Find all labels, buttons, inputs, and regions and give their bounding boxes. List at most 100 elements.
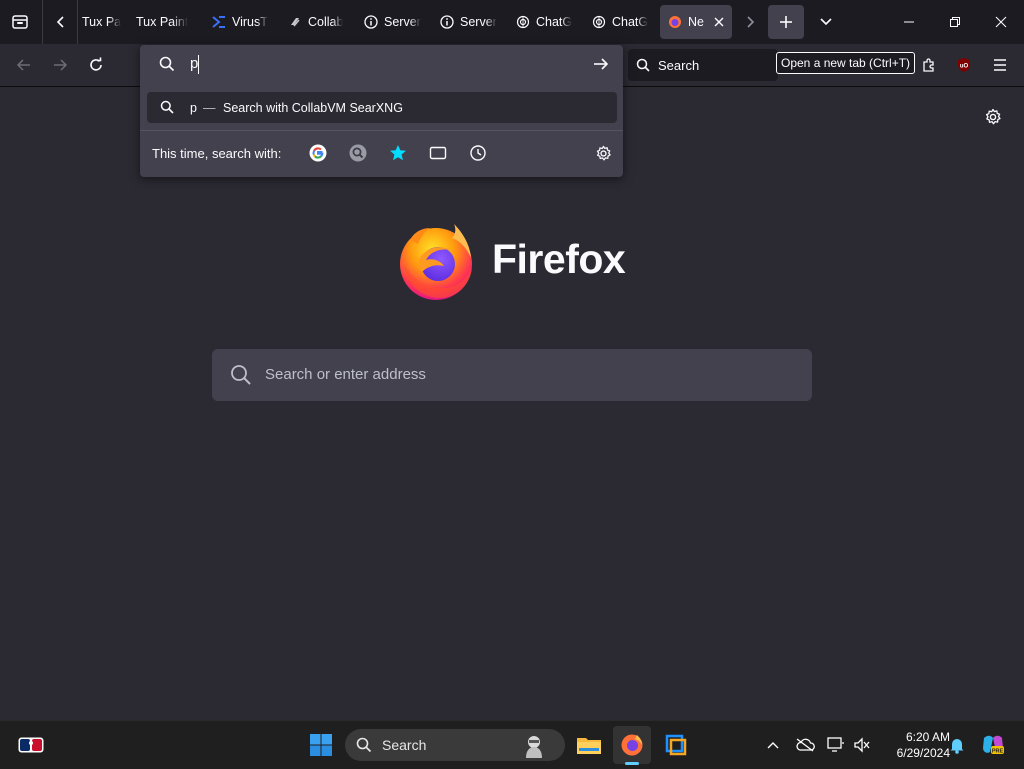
tabs-search-button[interactable] [427, 142, 449, 164]
tab[interactable]: VirusT [212, 5, 272, 39]
search-suggestion-row[interactable]: p — Search with CollabVM SearXNG [147, 92, 617, 123]
firefox-logo: Firefox [396, 218, 636, 302]
reload-button[interactable] [80, 49, 112, 81]
newtab-settings-button[interactable] [980, 104, 1006, 130]
text-caret [198, 55, 199, 74]
widgets-button[interactable] [12, 726, 50, 764]
onedrive-button[interactable] [794, 734, 816, 756]
go-button[interactable] [592, 55, 610, 73]
gear-icon [596, 145, 611, 160]
mlb-widget-icon [18, 737, 44, 753]
scroll-tabs-left-button[interactable] [46, 5, 76, 39]
close-icon [995, 16, 1007, 28]
vm-app-button[interactable] [657, 726, 695, 764]
tab-label: Collab [308, 15, 344, 29]
strip-divider [77, 0, 78, 44]
list-all-tabs-button[interactable] [809, 5, 843, 39]
tab-label: Ne [688, 15, 704, 29]
volume-button[interactable] [851, 734, 873, 756]
tab[interactable]: Collab [288, 5, 348, 39]
tab[interactable]: Tux Pa [82, 5, 132, 39]
show-hidden-icons-button[interactable] [762, 734, 784, 756]
file-explorer-button[interactable] [570, 726, 608, 764]
search-icon [159, 56, 175, 72]
new-tab-button[interactable] [768, 5, 804, 39]
close-tab-icon[interactable] [714, 17, 724, 27]
bookmarks-search-button[interactable] [387, 142, 409, 164]
google-engine-button[interactable] [307, 142, 329, 164]
tab-label: Server [460, 15, 497, 29]
newtab-search-box[interactable]: Search or enter address [212, 349, 812, 401]
arrow-right-icon [594, 58, 609, 70]
firefox-taskbar-button[interactable] [613, 726, 651, 765]
firefox-view-icon [12, 15, 28, 29]
close-window-button[interactable] [978, 0, 1024, 44]
taskbar-search-box[interactable]: Search [345, 729, 565, 761]
search-bar[interactable]: Search [628, 49, 778, 81]
ublock-origin-button[interactable]: uO [948, 49, 980, 81]
taskbar-clock[interactable]: 6:20 AM 6/29/2024 [876, 729, 950, 761]
back-button[interactable] [8, 49, 40, 81]
notifications-button[interactable] [946, 734, 968, 756]
tab-label: ChatG [612, 15, 649, 29]
arrow-right-icon [54, 59, 68, 71]
suggestion-action: Search with CollabVM SearXNG [223, 100, 403, 115]
url-input[interactable]: p [140, 45, 623, 83]
tab[interactable]: Server [440, 5, 500, 39]
clock-time: 6:20 AM [905, 730, 950, 744]
svg-text:uO: uO [960, 64, 969, 70]
tab-label: VirusT [232, 15, 268, 29]
google-icon [309, 144, 327, 162]
info-icon [440, 15, 454, 29]
virtualbox-icon [665, 734, 687, 756]
tab[interactable]: Server [364, 5, 424, 39]
network-button[interactable] [825, 734, 847, 756]
search-icon [160, 100, 174, 114]
forward-button[interactable] [44, 49, 76, 81]
copilot-icon: PRE [983, 735, 1004, 755]
firefox-icon [668, 15, 682, 29]
scroll-tabs-right-button[interactable] [736, 5, 764, 39]
tab-active[interactable]: Ne [660, 5, 732, 39]
tab-label: Server [384, 15, 421, 29]
windows-start-icon [310, 734, 332, 756]
gear-icon [985, 108, 1001, 125]
minimize-button[interactable] [886, 0, 932, 44]
history-search-button[interactable] [467, 142, 489, 164]
network-monitor-icon [827, 737, 844, 752]
divider [140, 130, 623, 131]
restore-button[interactable] [932, 0, 978, 44]
ublock-icon: uO [958, 58, 970, 72]
tab[interactable]: ChatG [516, 5, 576, 39]
search-highlight-icon [526, 736, 542, 758]
extensions-button[interactable] [913, 49, 945, 81]
search-bar-label: Search [658, 57, 700, 73]
start-button[interactable] [302, 726, 340, 764]
speaker-muted-icon [854, 737, 870, 753]
windows-taskbar: Search 6:20 AM 6/29/2024 PRE [0, 720, 1024, 769]
plus-icon [780, 16, 792, 28]
app-menu-button[interactable] [984, 49, 1016, 81]
bell-icon [950, 739, 964, 754]
chevron-left-icon [56, 16, 64, 28]
firefox-view-button[interactable] [3, 5, 37, 39]
taskbar-search-label: Search [382, 737, 427, 753]
cloud-off-icon [796, 738, 815, 752]
searxng-engine-button[interactable] [347, 142, 369, 164]
puzzle-icon [923, 58, 934, 72]
newtab-search-placeholder: Search or enter address [265, 366, 426, 383]
chevron-right-icon [747, 16, 755, 28]
active-app-indicator [625, 762, 639, 765]
minimize-icon [904, 21, 914, 23]
urlbar-dropdown: p p — Search with CollabVM SearXNG This … [140, 45, 623, 177]
restore-icon [950, 17, 960, 27]
search-settings-button[interactable] [592, 142, 614, 164]
copilot-button[interactable]: PRE [980, 734, 1006, 756]
clock-date: 6/29/2024 [896, 746, 950, 760]
tab[interactable]: Tux Paint [136, 5, 194, 39]
tab[interactable]: ChatG [592, 5, 650, 39]
suggestion-separator: — [203, 100, 216, 115]
tab-label: Tux Pa [82, 15, 122, 29]
collabvm-icon [288, 15, 302, 29]
tab-label: Tux Paint [136, 15, 189, 29]
